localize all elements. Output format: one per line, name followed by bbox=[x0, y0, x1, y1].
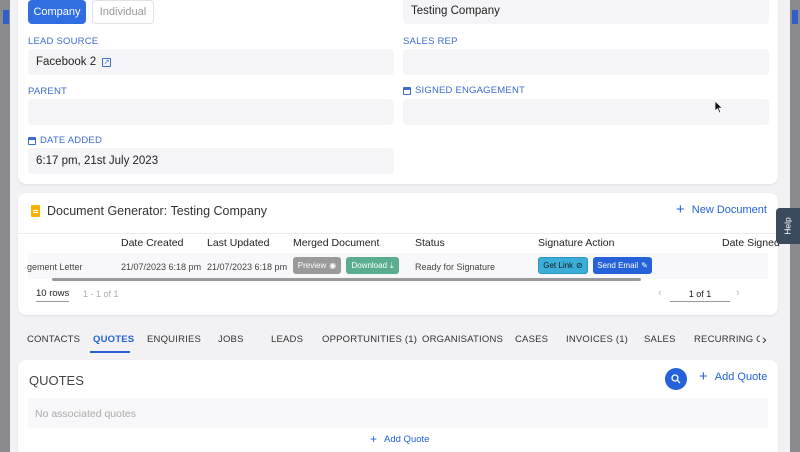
tab-invoices[interactable]: INVOICES (1) bbox=[566, 334, 628, 345]
calendar-icon bbox=[403, 86, 411, 95]
chevron-left-icon[interactable]: ‹ bbox=[658, 287, 662, 299]
parent-label: PARENT bbox=[28, 86, 68, 97]
eye-icon: ◉ bbox=[329, 261, 337, 270]
column-header-date-created[interactable]: Date Created bbox=[121, 237, 183, 249]
sales-rep-label: SALES REP bbox=[403, 36, 458, 47]
lead-source-field[interactable]: Facebook 2 ↗ bbox=[28, 49, 394, 75]
last-updated-cell: 21/07/2023 6:18 pm bbox=[207, 262, 288, 272]
empty-state-text: No associated quotes bbox=[35, 408, 136, 420]
column-header-status[interactable]: Status bbox=[415, 237, 445, 249]
column-header-last-updated[interactable]: Last Updated bbox=[207, 237, 269, 249]
active-tab-indicator bbox=[90, 351, 130, 353]
pagination-range: 1 - 1 of 1 bbox=[83, 289, 119, 299]
calendar-icon bbox=[28, 136, 36, 145]
tab-leads[interactable]: LEADS bbox=[271, 334, 303, 345]
rows-per-page-select[interactable]: 10 rows bbox=[36, 288, 70, 302]
tab-quotes[interactable]: QUOTES bbox=[93, 334, 134, 345]
company-name-field[interactable]: Testing Company bbox=[403, 0, 769, 24]
date-created-cell: 21/07/2023 6:18 pm bbox=[121, 262, 202, 272]
tab-recurring-charges[interactable]: RECURRING CH bbox=[694, 334, 760, 345]
date-added-value: 6:17 pm, 21st July 2023 bbox=[36, 155, 159, 167]
external-link-icon[interactable]: ↗ bbox=[102, 57, 112, 67]
tab-jobs[interactable]: JOBS bbox=[218, 334, 244, 345]
plus-icon: + bbox=[699, 368, 708, 385]
tab-enquiries[interactable]: ENQUIRIES bbox=[147, 334, 201, 345]
status-cell: Ready for Signature bbox=[415, 262, 496, 272]
details-card: Company Individual Testing Company LEAD … bbox=[18, 0, 778, 184]
tab-opportunities[interactable]: OPPORTUNITIES (1) bbox=[322, 334, 417, 345]
mouse-cursor-icon bbox=[715, 101, 724, 114]
chevron-right-icon[interactable]: › bbox=[736, 287, 740, 299]
individual-toggle-button[interactable]: Individual bbox=[92, 0, 154, 24]
new-document-button[interactable]: + New Document bbox=[676, 201, 767, 218]
download-button[interactable]: Download ⤓ bbox=[346, 257, 399, 274]
add-quote-bottom-button[interactable]: + Add Quote bbox=[370, 432, 429, 446]
link-icon: ⊘ bbox=[576, 261, 583, 270]
company-name-value: Testing Company bbox=[411, 5, 500, 17]
background-edge-tab bbox=[3, 10, 9, 24]
lead-source-label: LEAD SOURCE bbox=[28, 36, 99, 47]
column-header-merged-document[interactable]: Merged Document bbox=[293, 237, 379, 249]
signed-engagement-label: SIGNED ENGAGEMENT bbox=[403, 85, 525, 96]
tab-organisations[interactable]: ORGANISATIONS bbox=[422, 334, 503, 345]
document-generator-title: Document Generator: Testing Company bbox=[47, 204, 268, 218]
help-tab[interactable]: Help bbox=[776, 208, 800, 244]
tab-sales[interactable]: SALES bbox=[644, 334, 676, 345]
document-name-cell: gement Letter bbox=[27, 262, 83, 272]
add-quote-button[interactable]: + Add Quote bbox=[699, 368, 767, 385]
tab-contacts[interactable]: CONTACTS bbox=[27, 334, 80, 345]
lead-source-value: Facebook 2 bbox=[36, 56, 97, 68]
date-added-label: DATE ADDED bbox=[28, 135, 102, 146]
column-header-signature-action[interactable]: Signature Action bbox=[538, 237, 614, 249]
date-added-field[interactable]: 6:17 pm, 21st July 2023 bbox=[28, 148, 394, 174]
parent-field[interactable] bbox=[28, 99, 394, 125]
quotes-empty-area: No associated quotes bbox=[28, 398, 768, 428]
sales-rep-field[interactable] bbox=[403, 49, 769, 75]
column-header-date-signed[interactable]: Date Signed bbox=[722, 237, 780, 249]
send-icon: ✎ bbox=[641, 261, 648, 270]
horizontal-scrollbar[interactable] bbox=[52, 278, 641, 281]
quotes-card: QUOTES + Add Quote No associated quotes … bbox=[18, 360, 778, 452]
plus-icon: + bbox=[676, 201, 685, 218]
search-quotes-button[interactable] bbox=[665, 368, 687, 390]
plus-icon: + bbox=[370, 432, 378, 446]
tab-cases[interactable]: CASES bbox=[515, 334, 548, 345]
preview-button[interactable]: Preview ◉ bbox=[293, 257, 341, 274]
get-link-button[interactable]: Get Link ⊘ bbox=[538, 257, 588, 274]
record-panel: Company Individual Testing Company LEAD … bbox=[10, 0, 790, 452]
download-icon: ⤓ bbox=[390, 260, 394, 270]
search-icon bbox=[671, 374, 681, 384]
company-toggle-button[interactable]: Company bbox=[28, 0, 86, 24]
chevron-right-icon[interactable]: › bbox=[762, 331, 767, 347]
background-edge-tab-right bbox=[792, 10, 798, 24]
document-icon bbox=[31, 205, 40, 217]
page-number-input[interactable]: 1 of 1 bbox=[670, 289, 730, 302]
send-email-button[interactable]: Send Email ✎ bbox=[593, 257, 652, 274]
table-divider bbox=[18, 233, 778, 234]
quotes-title: QUOTES bbox=[29, 373, 84, 388]
